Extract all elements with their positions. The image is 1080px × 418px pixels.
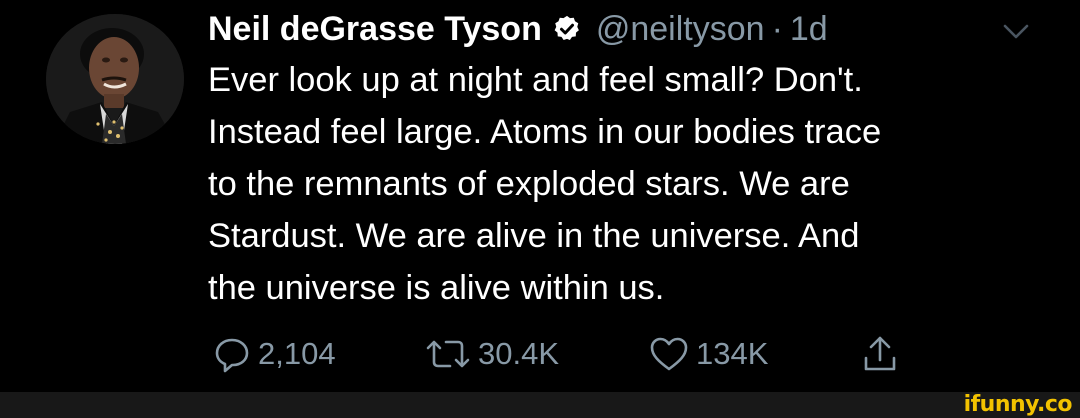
tweet-card[interactable]: Neil deGrasse Tyson @neiltyson · 1d Ever… xyxy=(0,0,1080,392)
author-name[interactable]: Neil deGrasse Tyson xyxy=(208,10,542,49)
ifunny-watermark: ifunny.co xyxy=(963,392,1073,417)
verified-badge-icon xyxy=(552,14,582,44)
retweet-icon xyxy=(426,340,470,368)
chevron-down-icon[interactable] xyxy=(1002,22,1030,42)
reply-button[interactable]: 2,104 xyxy=(212,334,336,374)
tweet-text-line: to the remnants of exploded stars. We ar… xyxy=(208,165,850,203)
tweet-content: Neil deGrasse Tyson @neiltyson · 1d Ever… xyxy=(208,6,1038,314)
tweet-text-line: Instead feel large. Atoms in our bodies … xyxy=(208,113,882,151)
like-count: 134K xyxy=(696,336,769,371)
tweet-text-line: Stardust. We are alive in the universe. … xyxy=(208,217,860,255)
watermark-bar: ifunny.co xyxy=(0,392,1080,418)
tweet-text-line: Ever look up at night and feel small? Do… xyxy=(208,61,863,99)
tweet-header: Neil deGrasse Tyson @neiltyson · 1d xyxy=(208,6,1038,52)
reply-count: 2,104 xyxy=(258,336,336,371)
tweet-text: Ever look up at night and feel small? Do… xyxy=(208,54,1048,314)
reply-icon xyxy=(215,338,249,373)
author-handle[interactable]: @neiltyson xyxy=(596,10,765,49)
tweet-text-line: the universe is alive within us. xyxy=(208,269,665,307)
share-button[interactable] xyxy=(862,334,898,374)
heart-icon xyxy=(650,337,688,371)
avatar-photo xyxy=(46,14,184,144)
separator-dot: · xyxy=(771,9,783,48)
tweet-timestamp[interactable]: 1d xyxy=(790,10,828,49)
retweet-button[interactable]: 30.4K xyxy=(424,334,559,374)
retweet-count: 30.4K xyxy=(478,336,560,371)
tweet-actions: 2,104 30.4K 134K xyxy=(210,334,930,374)
author-avatar[interactable] xyxy=(46,14,184,144)
share-icon xyxy=(864,336,896,371)
like-button[interactable]: 134K xyxy=(648,334,768,374)
